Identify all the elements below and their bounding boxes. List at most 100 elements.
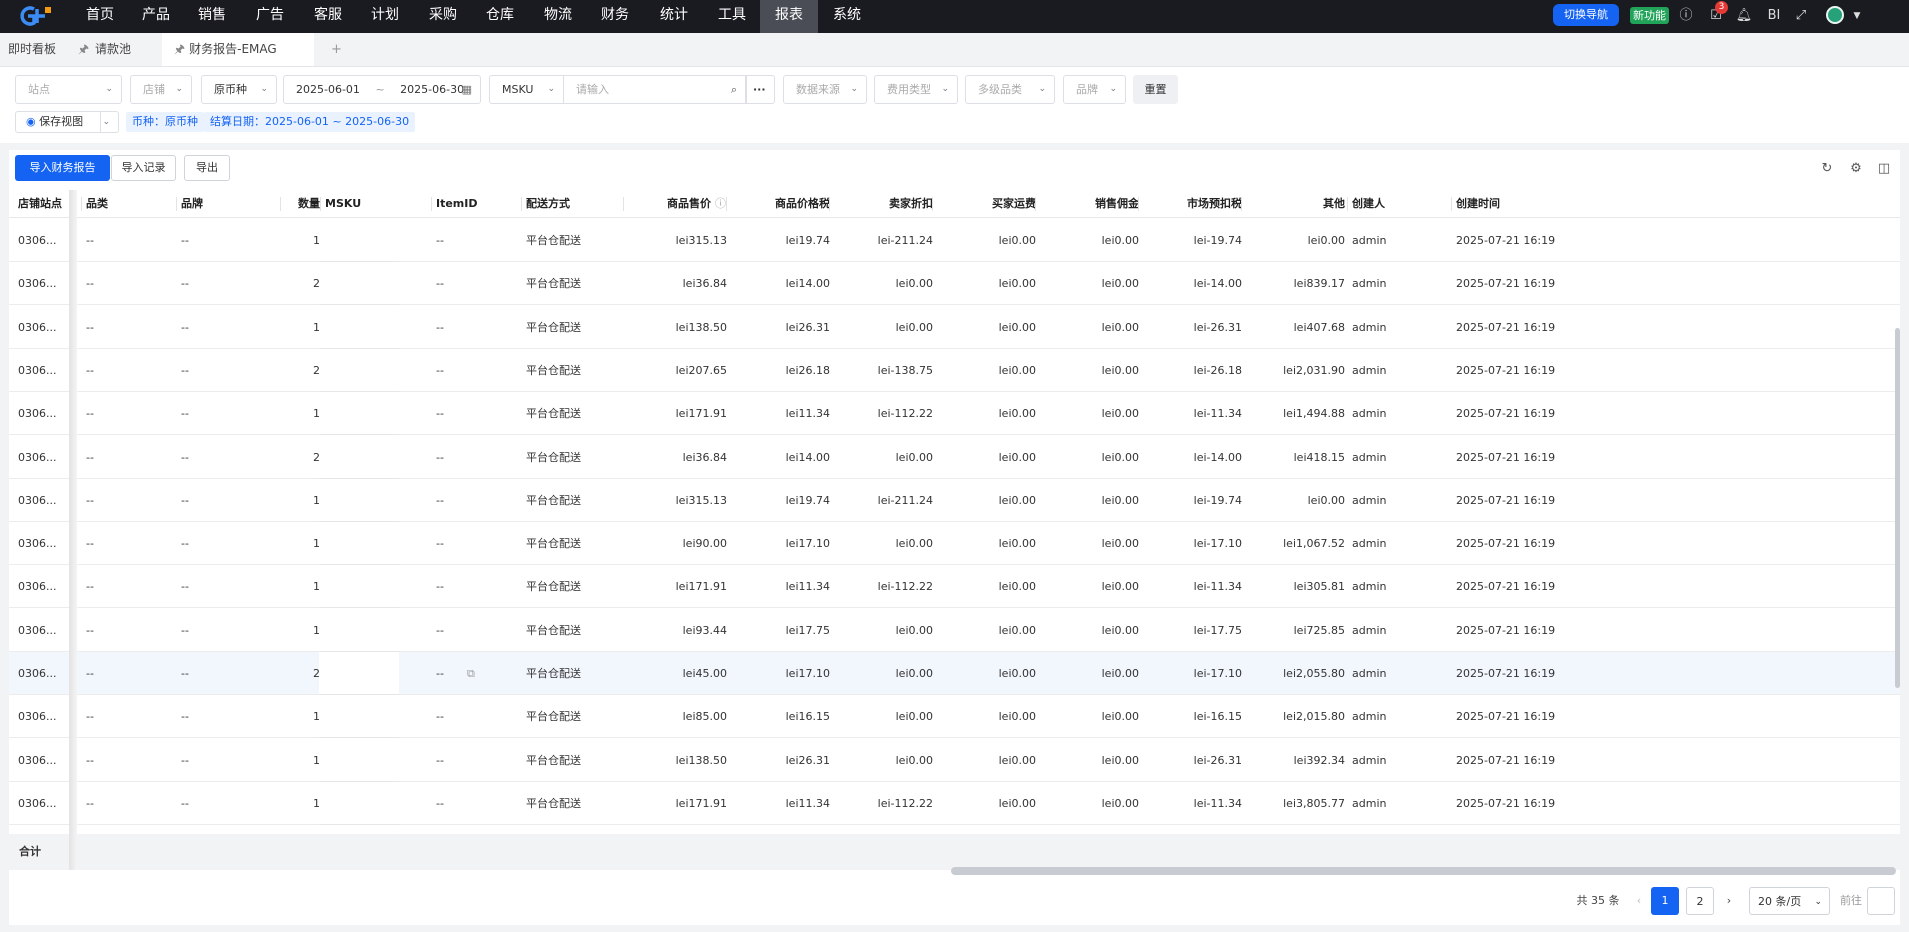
date-end[interactable]: 2025-06-30 <box>400 83 464 96</box>
filter-tag-date[interactable]: 结算日期：2025-06-01 ~ 2025-06-30 <box>204 112 416 132</box>
nav-item-tools[interactable]: 工具 <box>703 0 761 33</box>
bell-icon[interactable]: 🔔︎ <box>1735 7 1753 25</box>
chevron-down-icon[interactable]: ▼ <box>1848 7 1866 25</box>
msku-cell[interactable] <box>319 305 399 349</box>
table-row[interactable]: 0306... -- -- 1 -- 平台仓配送 lei315.13 lei19.74 lei-… <box>9 219 1900 262</box>
column-header-msku[interactable]: MSKU <box>325 190 415 218</box>
vertical-scrollbar[interactable] <box>1895 328 1900 688</box>
msku-cell[interactable] <box>319 348 399 392</box>
column-divider[interactable] <box>1035 197 1036 211</box>
columns-icon[interactable]: ◫ <box>1877 162 1891 176</box>
msku-cell[interactable] <box>319 392 399 436</box>
page-1-button[interactable]: 1 <box>1651 887 1679 915</box>
table-row[interactable]: 0306... -- -- 1 -- 平台仓配送 lei138.50 lei26.31 lei0… <box>9 738 1900 782</box>
nav-item-reports[interactable]: 报表 <box>760 0 818 33</box>
table-row[interactable]: 0306... -- -- 1 -- 平台仓配送 lei171.91 lei11.34 lei-… <box>9 392 1900 436</box>
column-header-brand[interactable]: 品牌 <box>181 190 281 218</box>
refresh-icon[interactable]: ↻ <box>1820 162 1834 176</box>
nav-item-finance[interactable]: 财务 <box>586 0 644 33</box>
nav-item-warehouse[interactable]: 仓库 <box>471 0 529 33</box>
column-divider[interactable] <box>521 197 522 211</box>
date-range-picker[interactable]: 2025-06-01 ~ 2025-06-30 ▦ <box>283 75 481 104</box>
data-source-select[interactable]: 数据来源 ⌄ <box>783 75 867 104</box>
nav-item-sales[interactable]: 销售 <box>183 0 241 33</box>
msku-cell[interactable] <box>319 695 399 739</box>
msku-cell[interactable] <box>319 565 399 609</box>
fullscreen-icon[interactable]: ⤢ <box>1792 7 1810 25</box>
page-2-button[interactable]: 2 <box>1686 887 1714 915</box>
column-divider[interactable] <box>1451 197 1452 211</box>
tab-finance-report-emag[interactable]: 🖈︎ 财务报告-EMAG <box>162 33 314 66</box>
msku-cell[interactable] <box>319 652 399 695</box>
filter-tag-currency[interactable]: 币种：原币种 <box>126 112 204 132</box>
msku-cell[interactable] <box>319 781 399 825</box>
pin-icon[interactable]: 🖈︎ <box>78 33 89 66</box>
avatar[interactable] <box>1826 6 1844 24</box>
column-header-qty[interactable]: 数量 <box>285 190 320 218</box>
page-size-select[interactable]: 20 条/页 ⌄ <box>1749 887 1830 915</box>
search-input[interactable]: 请输入 ⌕ <box>563 75 746 104</box>
table-row[interactable]: 0306... -- -- 1 -- 平台仓配送 lei138.50 lei26.31 lei0… <box>9 305 1900 349</box>
column-divider[interactable] <box>1138 197 1139 211</box>
column-divider[interactable] <box>623 197 624 211</box>
table-row[interactable]: 0306... -- -- 1 -- 平台仓配送 lei171.91 lei11.34 lei-… <box>9 781 1900 825</box>
column-header-created[interactable]: 创建时间 <box>1456 190 1556 218</box>
table-row[interactable]: 0306... -- -- 2 ⧉ -- 平台仓配送 lei45.00 lei17.10 lei0… <box>9 652 1900 695</box>
nav-item-service[interactable]: 客服 <box>299 0 357 33</box>
add-tab-button[interactable]: + <box>331 33 342 66</box>
column-header-price[interactable]: 商品售价 <box>628 190 711 218</box>
msku-cell[interactable] <box>319 478 399 522</box>
date-start[interactable]: 2025-06-01 <box>296 83 360 96</box>
column-divider[interactable] <box>726 197 727 211</box>
info-icon[interactable]: ⓘ <box>1677 7 1695 25</box>
column-header-commission[interactable]: 销售佣金 <box>1040 190 1139 218</box>
column-header-other[interactable]: 其他 <box>1246 190 1345 218</box>
prev-page-button[interactable]: ‹ <box>1629 887 1649 915</box>
search-icon[interactable]: ⌕ <box>731 76 737 103</box>
table-row[interactable]: 0306... -- -- 1 -- 平台仓配送 lei93.44 lei17.75 lei0.… <box>9 608 1900 652</box>
nav-item-system[interactable]: 系统 <box>818 0 876 33</box>
horizontal-scrollbar[interactable] <box>951 867 1896 875</box>
column-header-creator[interactable]: 创建人 <box>1352 190 1447 218</box>
import-report-button[interactable]: 导入财务报告 <box>15 155 110 181</box>
column-divider[interactable] <box>431 197 432 211</box>
goto-page-input[interactable] <box>1867 887 1895 915</box>
column-header-price-tax[interactable]: 商品价格税 <box>731 190 830 218</box>
column-header-category[interactable]: 品类 <box>86 190 186 218</box>
nav-item-logistics[interactable]: 物流 <box>529 0 587 33</box>
fee-type-select[interactable]: 费用类型 ⌄ <box>874 75 958 104</box>
msku-cell[interactable] <box>319 522 399 566</box>
column-divider[interactable] <box>829 197 830 211</box>
table-row[interactable]: 0306... -- -- 1 -- 平台仓配送 lei315.13 lei19.74 lei-… <box>9 478 1900 522</box>
gear-icon[interactable]: ⚙ <box>1849 162 1863 176</box>
column-divider[interactable] <box>1347 197 1348 211</box>
column-divider[interactable] <box>1241 197 1242 211</box>
table-row[interactable]: 0306... -- -- 1 -- 平台仓配送 lei85.00 lei16.15 lei0.… <box>9 695 1900 739</box>
column-divider[interactable] <box>81 197 82 211</box>
column-header-seller-discount[interactable]: 卖家折扣 <box>834 190 933 218</box>
search-field-select[interactable]: MSKU ⌄ <box>489 75 564 104</box>
msku-cell[interactable] <box>319 219 399 262</box>
table-row[interactable]: 0306... -- -- 1 -- 平台仓配送 lei90.00 lei17.10 lei0.… <box>9 522 1900 566</box>
save-view-button[interactable]: ◉ 保存视图 ⌄ <box>15 111 119 133</box>
bi-link[interactable]: BI <box>1763 7 1785 25</box>
msku-cell[interactable] <box>319 608 399 652</box>
nav-item-ads[interactable]: 广告 <box>241 0 299 33</box>
nav-item-home[interactable]: 首页 <box>70 0 130 33</box>
switch-navigation-button[interactable]: 切换导航 <box>1553 4 1619 26</box>
brand-logo[interactable] <box>14 5 54 27</box>
column-header-market-tax[interactable]: 市场预扣税 <box>1143 190 1242 218</box>
nav-item-product[interactable]: 产品 <box>127 0 185 33</box>
column-divider[interactable] <box>176 197 177 211</box>
tab-dashboard[interactable]: 即时看板 <box>8 33 56 66</box>
import-record-button[interactable]: 导入记录 <box>111 155 176 181</box>
table-row[interactable]: 0306... -- -- 2 -- 平台仓配送 lei207.65 lei26.18 lei-… <box>9 348 1900 392</box>
site-select[interactable]: 站点 ⌄ <box>15 75 122 104</box>
table-row[interactable]: 0306... -- -- 2 -- 平台仓配送 lei36.84 lei14.00 lei0.… <box>9 435 1900 479</box>
currency-select[interactable]: 原币种 ⌄ <box>201 75 277 104</box>
msku-cell[interactable] <box>319 738 399 782</box>
column-header-delivery[interactable]: 配送方式 <box>526 190 626 218</box>
column-divider[interactable] <box>320 197 321 211</box>
nav-item-purchase[interactable]: 采购 <box>414 0 472 33</box>
nav-item-stats[interactable]: 统计 <box>645 0 703 33</box>
